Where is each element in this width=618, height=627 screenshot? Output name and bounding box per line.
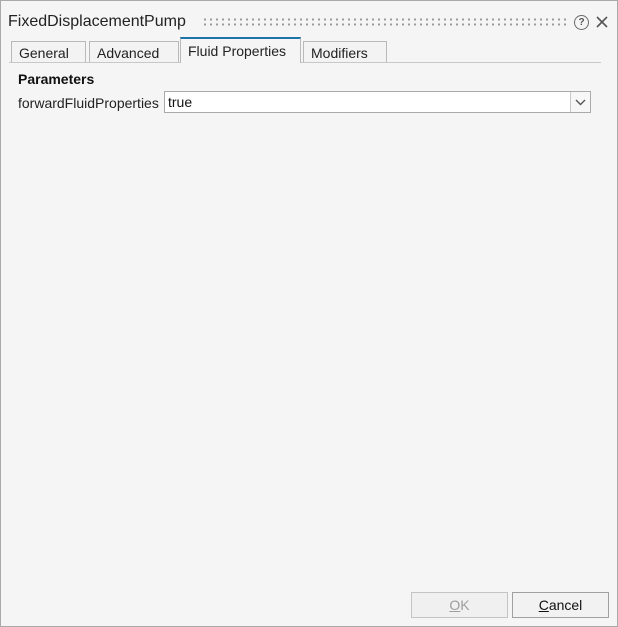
tab-modifiers-label: Modifiers xyxy=(311,45,368,61)
dialog-window: FixedDisplacementPump ? General Advanced… xyxy=(0,0,618,627)
tab-fluid-properties[interactable]: Fluid Properties xyxy=(180,37,301,63)
chevron-down-icon xyxy=(575,99,586,106)
cancel-button[interactable]: Cancel xyxy=(512,592,609,618)
ok-button[interactable]: OK xyxy=(411,592,508,618)
forward-fluid-properties-label: forwardFluidProperties xyxy=(18,95,159,111)
window-title: FixedDisplacementPump xyxy=(8,13,186,30)
tab-advanced-label: Advanced xyxy=(97,45,160,61)
tab-fluid-properties-label: Fluid Properties xyxy=(188,43,287,59)
tab-strip: General Advanced Fluid Properties Modifi… xyxy=(9,37,609,63)
tab-modifiers[interactable]: Modifiers xyxy=(303,41,387,62)
tab-advanced[interactable]: Advanced xyxy=(89,41,179,62)
forward-fluid-properties-dropdown[interactable]: true xyxy=(164,91,591,113)
ok-label-rest: K xyxy=(460,597,470,613)
close-icon[interactable] xyxy=(594,14,610,30)
cancel-label-rest: ancel xyxy=(548,597,583,613)
tab-general-label: General xyxy=(19,45,69,61)
parameters-heading: Parameters xyxy=(18,71,95,87)
dropdown-toggle-button[interactable] xyxy=(570,92,590,112)
ok-mnemonic: O xyxy=(449,597,461,613)
cancel-mnemonic: C xyxy=(538,597,549,613)
drag-grip[interactable] xyxy=(202,17,568,27)
forward-fluid-properties-value: true xyxy=(168,94,193,110)
title-bar[interactable]: FixedDisplacementPump ? xyxy=(1,1,617,39)
tab-general[interactable]: General xyxy=(11,41,86,62)
help-icon[interactable]: ? xyxy=(574,15,589,30)
